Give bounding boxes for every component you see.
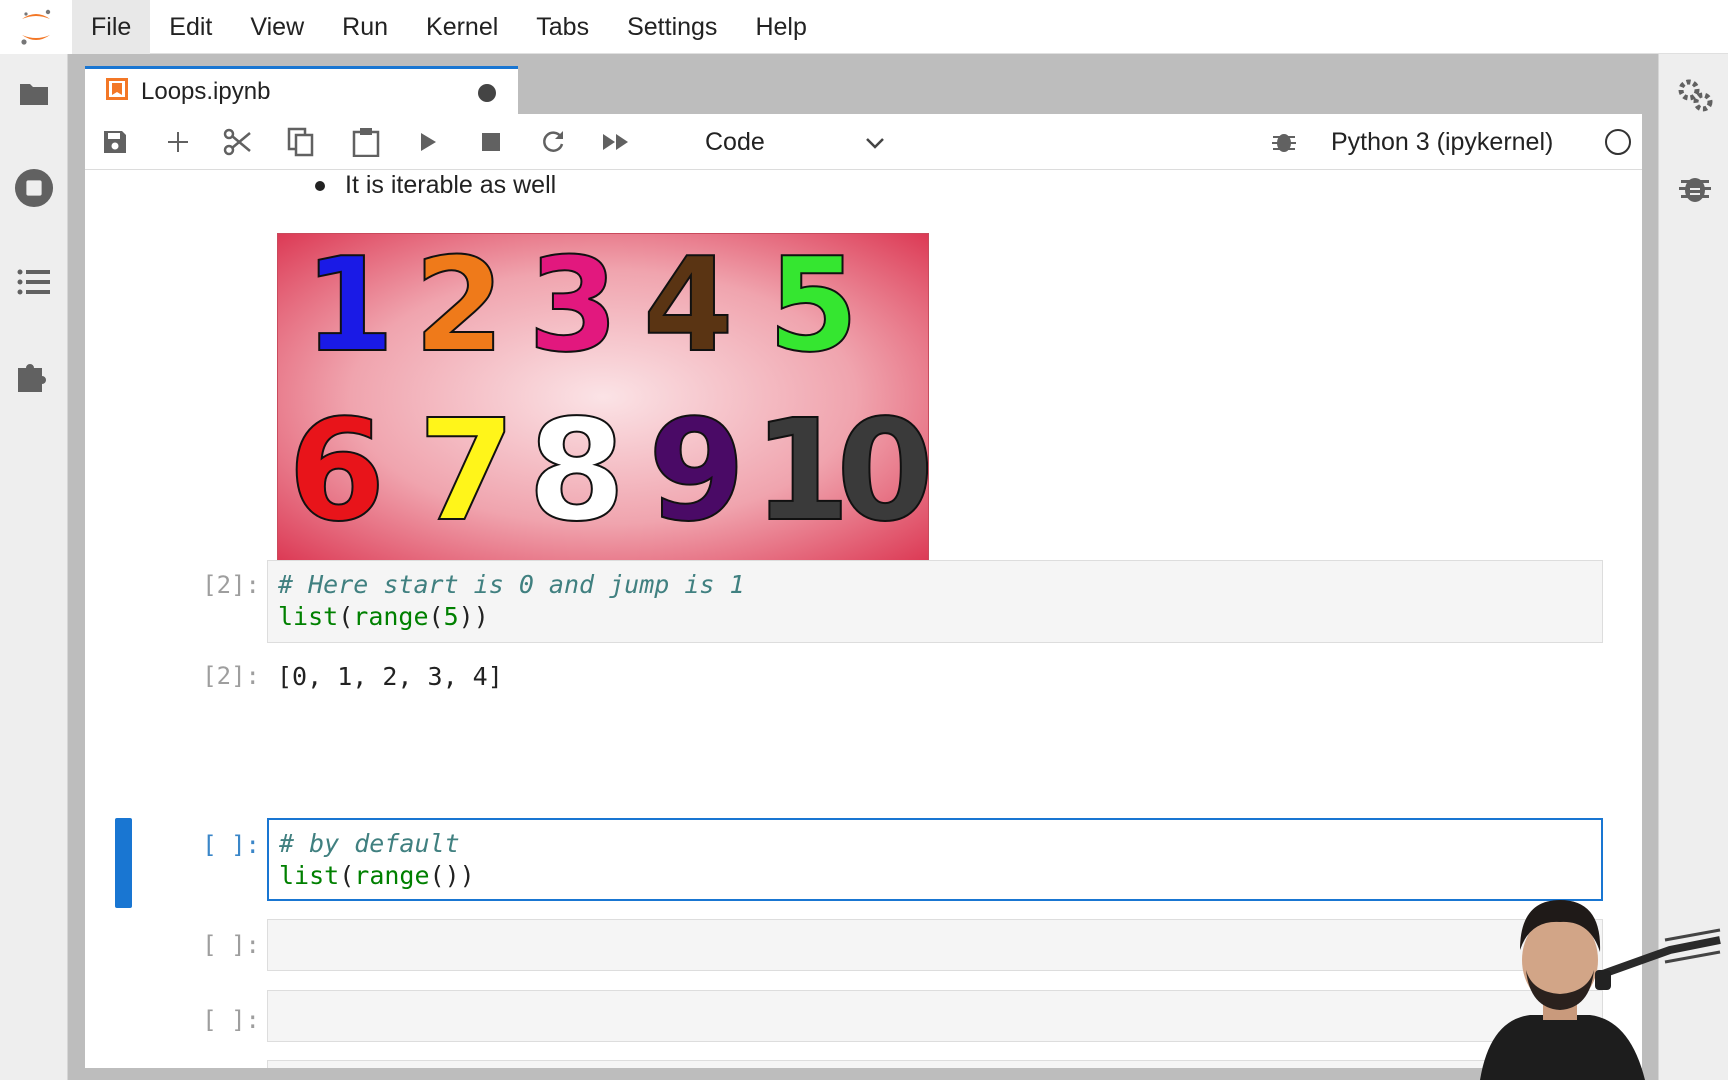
run-cell-icon[interactable]: [410, 124, 446, 160]
document-tab-bar: Loops.ipynb: [68, 54, 1658, 114]
markdown-bullet-item: It is iterable as well: [315, 171, 556, 200]
digit-four: 4: [642, 233, 734, 381]
property-inspector-gears-icon[interactable]: [1675, 76, 1715, 116]
cell-input-prompt: [ ]:: [202, 831, 260, 859]
code-cell-editor-active[interactable]: # by default list(range()): [267, 818, 1603, 901]
menu-edit[interactable]: Edit: [150, 0, 231, 54]
digit-five: 5: [767, 233, 859, 381]
code-builtin: range: [353, 602, 429, 631]
cut-icon[interactable]: [219, 124, 255, 160]
empty-code-cell-editor[interactable]: [267, 1060, 1603, 1068]
cell-input-prompt: [2]:: [202, 571, 260, 599]
chevron-down-icon: [865, 128, 885, 157]
digit-nine: 9: [647, 390, 746, 553]
code-paren: (: [428, 602, 444, 631]
paste-icon[interactable]: [348, 124, 384, 160]
digit-one: 1: [303, 233, 395, 381]
code-paren: (: [338, 602, 354, 631]
digit-eight: 8: [527, 390, 626, 553]
tab-loops-notebook[interactable]: Loops.ipynb: [85, 66, 518, 114]
digit-two: 2: [413, 233, 505, 381]
debugger-bug-icon[interactable]: [1675, 168, 1715, 208]
code-comment: # Here start is 0 and jump is 1: [278, 570, 745, 599]
table-of-contents-icon[interactable]: [14, 262, 54, 302]
running-kernels-icon[interactable]: [14, 168, 54, 208]
cell-type-label: Code: [705, 127, 765, 156]
code-builtin: list: [278, 602, 339, 631]
save-icon[interactable]: [97, 124, 133, 160]
extensions-puzzle-icon[interactable]: [14, 356, 54, 396]
empty-code-cell-editor[interactable]: [267, 990, 1603, 1042]
active-cell-indicator: [115, 818, 132, 908]
bullet-dot: [315, 180, 325, 191]
tab-title: Loops.ipynb: [141, 77, 271, 105]
notebook-content: It is iterable as well 1 2 3 4 5 6 7 8 9…: [85, 171, 1642, 1068]
notebook-toolbar: Code Python 3 (ipykernel): [85, 114, 1642, 170]
menu-help[interactable]: Help: [736, 0, 825, 54]
code-paren: )): [458, 602, 489, 631]
menu-view[interactable]: View: [231, 0, 323, 54]
notebook-icon: [105, 77, 129, 106]
jupyter-logo-icon[interactable]: [0, 0, 72, 54]
restart-run-all-icon[interactable]: [598, 124, 634, 160]
digit-seven: 7: [417, 390, 516, 553]
cartoon-numbers-image: 1 2 3 4 5 6 7 8 9 10: [277, 233, 929, 561]
menu-file[interactable]: File: [72, 0, 151, 54]
code-comment: # by default: [279, 829, 460, 858]
cell-input-prompt: [ ]:: [202, 931, 260, 959]
webcam-presenter-overlay: [1420, 880, 1728, 1080]
code-builtin: range: [354, 861, 430, 890]
code-paren: (: [339, 861, 355, 890]
menu-tabs[interactable]: Tabs: [517, 0, 608, 54]
cell-output-prompt: [2]:: [202, 662, 260, 690]
kernel-debugger-bug-icon[interactable]: [1266, 124, 1302, 160]
code-number: 5: [443, 602, 459, 631]
cell-type-dropdown[interactable]: Code: [705, 122, 885, 162]
restart-kernel-icon[interactable]: [535, 124, 571, 160]
code-cell-editor[interactable]: # Here start is 0 and jump is 1 list(ran…: [267, 560, 1603, 643]
kernel-name-button[interactable]: Python 3 (ipykernel): [1331, 114, 1553, 170]
empty-code-cell-editor[interactable]: [267, 919, 1603, 971]
menu-run[interactable]: Run: [323, 0, 407, 54]
left-sidebar: [0, 54, 68, 1080]
code-builtin: list: [279, 861, 340, 890]
insert-cell-icon[interactable]: [160, 124, 196, 160]
menu-kernel[interactable]: Kernel: [407, 0, 517, 54]
menu-settings[interactable]: Settings: [608, 0, 736, 54]
digit-ten: 10: [752, 390, 928, 553]
code-paren: ()): [429, 861, 475, 890]
folder-icon[interactable]: [14, 74, 54, 114]
copy-icon[interactable]: [283, 124, 319, 160]
bullet-text: It is iterable as well: [345, 171, 557, 199]
unsaved-changes-indicator-icon[interactable]: [478, 84, 496, 102]
menu-bar: File Edit View Run Kernel Tabs Settings …: [0, 0, 1728, 54]
kernel-idle-status-icon: [1605, 129, 1631, 155]
cell-output: [0, 1, 2, 3, 4]: [277, 662, 503, 691]
notebook-panel: Code Python 3 (ipykernel) It is iterable…: [85, 114, 1642, 1068]
cell-input-prompt: [ ]:: [202, 1006, 260, 1034]
digit-six: 6: [287, 390, 386, 553]
digit-three: 3: [527, 233, 619, 381]
interrupt-kernel-icon[interactable]: [473, 124, 509, 160]
